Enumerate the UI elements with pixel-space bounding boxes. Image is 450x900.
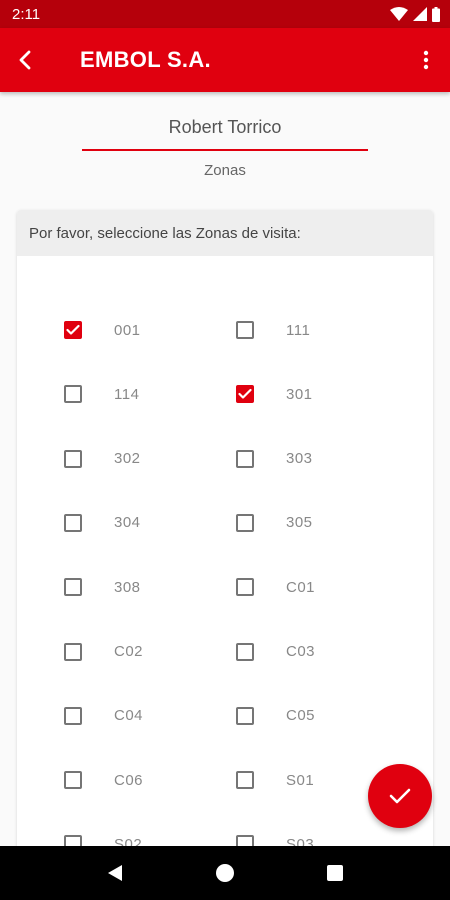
zone-label: C02 — [114, 643, 144, 660]
battery-icon — [432, 6, 440, 22]
checkbox-unchecked[interactable] — [236, 513, 254, 532]
zone-label: S01 — [286, 771, 315, 789]
user-name: Robert Torrico — [168, 117, 282, 137]
check-mark-icon — [238, 389, 252, 399]
zone-label: 114 — [114, 385, 140, 403]
wifi-icon — [390, 7, 408, 21]
zone-item-308[interactable]: 308 — [64, 567, 141, 607]
checkbox-checked[interactable] — [64, 321, 82, 339]
zone-item-301[interactable]: 301 — [236, 374, 313, 414]
nav-back-button[interactable] — [95, 853, 135, 893]
zone-item-302[interactable]: 302 — [64, 439, 141, 479]
confirm-fab[interactable] — [368, 764, 432, 828]
checkbox-unchecked[interactable] — [236, 642, 254, 661]
zone-label: C03 — [286, 643, 316, 660]
checkbox-checked[interactable] — [236, 385, 254, 404]
zone-item-C06[interactable]: C06 — [64, 760, 143, 800]
zone-label: 301 — [286, 385, 313, 403]
nav-recents-button[interactable] — [315, 853, 355, 893]
zones-card-header: Por favor, seleccione las Zonas de visit… — [17, 210, 433, 256]
zone-label: 305 — [286, 514, 313, 532]
zone-item-C04[interactable]: C04 — [64, 696, 143, 736]
back-button[interactable] — [0, 28, 54, 92]
zones-card: Por favor, seleccione las Zonas de visit… — [17, 210, 433, 870]
status-icons — [390, 6, 440, 22]
zone-label: C01 — [286, 578, 316, 596]
status-bar: 2:11 — [0, 0, 450, 28]
zone-label: 302 — [114, 450, 141, 468]
checkbox-unchecked[interactable] — [64, 706, 82, 725]
checkbox-unchecked[interactable] — [236, 449, 254, 468]
checkbox-unchecked[interactable] — [64, 513, 82, 532]
checkbox-unchecked[interactable] — [236, 578, 254, 597]
recents-square-icon — [327, 865, 343, 881]
checkbox-unchecked[interactable] — [64, 642, 82, 661]
checkbox-unchecked[interactable] — [64, 771, 82, 790]
nav-home-button[interactable] — [205, 853, 245, 893]
zone-item-C05[interactable]: C05 — [236, 696, 315, 736]
zone-label: 303 — [286, 450, 313, 468]
check-mark-icon — [66, 324, 80, 335]
zone-item-305[interactable]: 305 — [236, 503, 313, 543]
zone-item-304[interactable]: 304 — [64, 503, 141, 543]
zone-label: C04 — [114, 707, 144, 725]
section-label: Zonas — [204, 162, 246, 179]
zone-item-114[interactable]: 114 — [64, 374, 139, 414]
overflow-menu-button[interactable] — [412, 44, 440, 76]
zone-item-111[interactable]: 111 — [236, 310, 310, 350]
user-underline — [82, 149, 368, 151]
zone-item-303[interactable]: 303 — [236, 439, 313, 479]
zone-label: C05 — [286, 707, 316, 725]
zone-label: 111 — [286, 321, 311, 339]
checkbox-unchecked[interactable] — [236, 321, 254, 339]
checkbox-unchecked[interactable] — [236, 771, 254, 790]
checkbox-unchecked[interactable] — [236, 706, 254, 725]
zone-label: C06 — [114, 771, 144, 789]
back-triangle-icon — [108, 865, 122, 881]
status-time: 2:11 — [12, 5, 41, 23]
signal-icon — [413, 7, 427, 21]
zone-label: 304 — [114, 514, 141, 532]
checkbox-unchecked[interactable] — [64, 385, 82, 404]
zone-label: 001 — [114, 321, 141, 339]
checkbox-unchecked[interactable] — [64, 449, 82, 468]
zone-item-S01[interactable]: S01 — [236, 760, 314, 800]
system-nav-bar — [0, 846, 450, 900]
zone-item-C01[interactable]: C01 — [236, 567, 315, 607]
zone-item-C03[interactable]: C03 — [236, 632, 315, 672]
app-bar: EMBOL S.A. — [0, 28, 450, 92]
more-vert-icon — [423, 50, 429, 70]
arrow-left-icon — [19, 50, 31, 70]
zone-label: 308 — [114, 578, 141, 596]
zone-item-C02[interactable]: C02 — [64, 632, 143, 672]
checkbox-unchecked[interactable] — [64, 578, 82, 597]
home-circle-icon — [216, 864, 234, 882]
check-icon — [389, 788, 411, 804]
zone-item-001[interactable]: 001 — [64, 310, 141, 350]
app-title: EMBOL S.A. — [80, 47, 211, 72]
